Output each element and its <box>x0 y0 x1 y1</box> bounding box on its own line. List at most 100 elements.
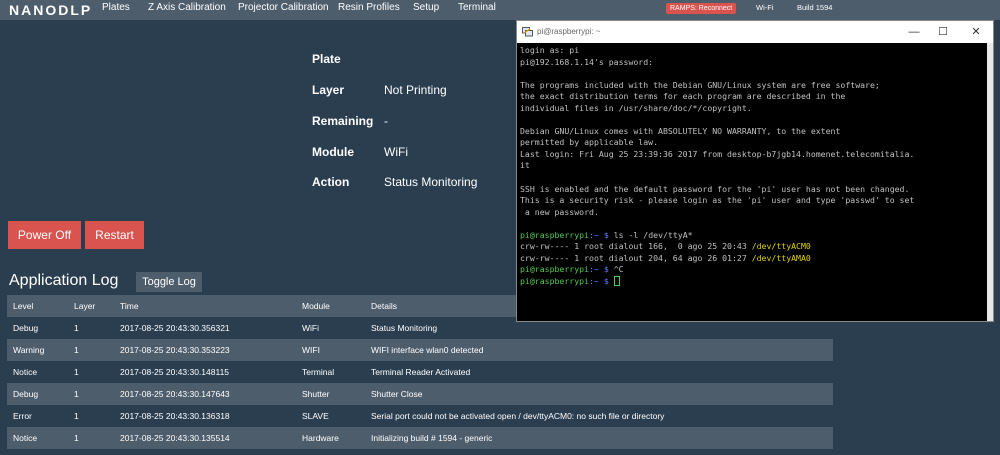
column-header-time: Time <box>120 301 139 311</box>
cell-level: Warning <box>13 345 45 355</box>
output-text: crw-rw---- 1 root dialout 166, 0 ago 25 … <box>520 241 752 252</box>
terminal-line: The programs included with the Debian GN… <box>520 79 880 90</box>
cell-layer: 1 <box>74 411 79 421</box>
power-off-button[interactable]: Power Off <box>8 221 81 249</box>
layer-label: Layer <box>312 83 345 97</box>
prompt-symbol: $ <box>603 229 609 240</box>
action-value: Status Monitoring <box>384 175 478 189</box>
cell-level: Notice <box>13 433 38 443</box>
remaining-label: Remaining <box>312 114 374 128</box>
terminal-line: Debian GNU/Linux comes with ABSOLUTELY N… <box>520 125 841 136</box>
nav-projector-calibration[interactable]: Projector Calibration <box>238 0 329 20</box>
output-text: crw-rw---- 1 root dialout 204, 64 ago 26… <box>520 252 752 263</box>
module-label: Module <box>312 145 354 159</box>
cell-layer: 1 <box>74 389 79 399</box>
command-text: ^C <box>613 264 624 275</box>
top-navbar: NANODLP Plates Z Axis Calibration Projec… <box>0 0 1000 20</box>
terminal-command-line: pi@raspberrypi:~ $ ls -l /dev/ttyA* <box>520 229 693 240</box>
cell-details: WIFI interface wlan0 detected <box>371 345 484 355</box>
nav-resin-profiles[interactable]: Resin Profiles <box>338 0 400 20</box>
cell-module: WIFI <box>302 345 320 355</box>
putty-icon <box>522 27 533 37</box>
cell-details: Shutter Close <box>371 389 423 399</box>
table-row: Warning 1 2017-08-25 20:43:30.353223 WIF… <box>7 339 833 361</box>
command-text: ls -l /dev/ttyA* <box>613 229 693 240</box>
nav-terminal[interactable]: Terminal <box>458 0 496 20</box>
prompt-symbol: $ <box>603 264 609 275</box>
terminal-line: it <box>520 160 530 171</box>
cell-level: Error <box>13 411 32 421</box>
terminal-line: This is a security risk - please login a… <box>520 195 915 206</box>
nav-plates[interactable]: Plates <box>102 0 130 20</box>
cell-time: 2017-08-25 20:43:30.353223 <box>120 345 230 355</box>
cell-module: WiFi <box>302 323 319 333</box>
cell-level: Debug <box>13 389 39 399</box>
cell-module: Shutter <box>302 389 330 399</box>
prompt-symbol: $ <box>603 275 609 286</box>
toggle-log-button[interactable]: Toggle Log <box>136 272 202 292</box>
ramps-reconnect-badge[interactable]: RAMPS: Reconnect <box>666 3 737 14</box>
cell-module: Hardware <box>302 433 339 443</box>
maximize-icon[interactable]: ☐ <box>930 23 956 41</box>
plate-label: Plate <box>312 52 341 66</box>
terminal-line: permitted by applicable law. <box>520 137 659 148</box>
device-path: /dev/ttyAMA0 <box>751 252 811 263</box>
layer-value: Not Printing <box>384 83 447 97</box>
close-icon[interactable]: ✕ <box>963 23 989 41</box>
remaining-value: - <box>384 114 388 128</box>
terminal-line: Last login: Fri Aug 25 23:39:36 2017 fro… <box>520 148 915 159</box>
cell-time: 2017-08-25 20:43:30.135514 <box>120 433 230 443</box>
device-path: /dev/ttyACM0 <box>751 241 811 252</box>
terminal-line: individual files in /usr/share/doc/*/cop… <box>520 102 752 113</box>
nav-wifi[interactable]: Wi-Fi <box>756 0 774 20</box>
brand-logo[interactable]: NANODLP <box>9 2 92 18</box>
table-row: Notice 1 2017-08-25 20:43:30.148115 Term… <box>7 361 833 383</box>
putty-terminal-window[interactable]: pi@raspberrypi: ~ — ☐ ✕ login as: pi pi@… <box>516 20 994 322</box>
column-header-level: Level <box>13 301 34 311</box>
column-header-module: Module <box>302 301 330 311</box>
cell-time: 2017-08-25 20:43:30.136318 <box>120 411 230 421</box>
terminal-line: a new password. <box>520 206 599 217</box>
build-label: Build 1594 <box>797 3 833 12</box>
action-label: Action <box>312 175 350 189</box>
module-value: WiFi <box>384 145 408 159</box>
prompt-user: pi@raspberrypi <box>520 264 590 275</box>
terminal-titlebar[interactable]: pi@raspberrypi: ~ — ☐ ✕ <box>517 21 993 43</box>
column-header-layer: Layer <box>74 301 96 311</box>
terminal-title: pi@raspberrypi: ~ <box>537 27 601 36</box>
cell-layer: 1 <box>74 323 79 333</box>
cell-level: Debug <box>13 323 39 333</box>
terminal-output-line: crw-rw---- 1 root dialout 166, 0 ago 25 … <box>520 241 984 253</box>
nav-z-axis-calibration[interactable]: Z Axis Calibration <box>148 0 226 20</box>
terminal-scrollbar[interactable] <box>987 43 993 321</box>
terminal-output-line: crw-rw---- 1 root dialout 204, 64 ago 26… <box>520 253 984 265</box>
prompt-path: ~ <box>593 229 599 240</box>
terminal-command-line: pi@raspberrypi:~ $ ^C <box>520 264 624 275</box>
cell-layer: 1 <box>74 433 79 443</box>
terminal-cursor[interactable] <box>613 275 620 286</box>
prompt-user: pi@raspberrypi <box>520 275 590 286</box>
cell-time: 2017-08-25 20:43:30.147643 <box>120 389 230 399</box>
cell-layer: 1 <box>74 345 79 355</box>
terminal-line: pi@192.168.1.14's password: <box>520 56 654 67</box>
cell-module: SLAVE <box>302 411 329 421</box>
restart-button[interactable]: Restart <box>85 221 144 249</box>
cell-details: Terminal Reader Activated <box>371 367 471 377</box>
prompt-path: ~ <box>593 275 599 286</box>
cell-level: Notice <box>13 367 38 377</box>
prompt-user: pi@raspberrypi <box>520 229 590 240</box>
terminal-command-line[interactable]: pi@raspberrypi:~ $ <box>520 275 984 288</box>
minimize-icon[interactable]: — <box>901 23 927 41</box>
application-log-title: Application Log <box>9 272 119 289</box>
cell-details: Initializing build # 1594 - generic <box>371 433 493 443</box>
nav-setup[interactable]: Setup <box>413 0 439 20</box>
terminal-line: the exact distribution terms for each pr… <box>520 91 846 102</box>
terminal-output[interactable]: login as: pi pi@192.168.1.14's password:… <box>517 43 987 321</box>
table-row: Error 1 2017-08-25 20:43:30.136318 SLAVE… <box>7 405 833 427</box>
table-row: Debug 1 2017-08-25 20:43:30.147643 Shutt… <box>7 383 833 405</box>
table-row: Notice 1 2017-08-25 20:43:30.135514 Hard… <box>7 427 833 449</box>
